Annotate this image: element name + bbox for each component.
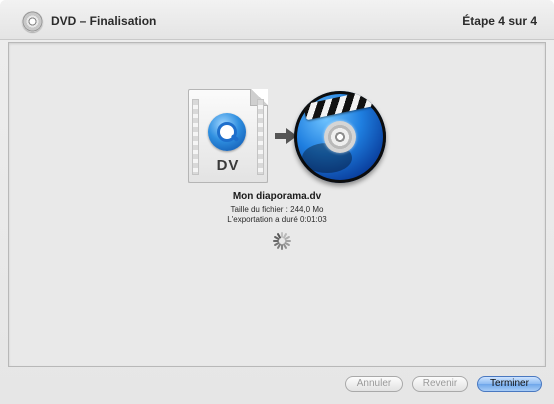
quicktime-logo-icon bbox=[208, 113, 246, 151]
step-indicator: Étape 4 sur 4 bbox=[462, 14, 537, 28]
window-title: DVD – Finalisation bbox=[51, 14, 157, 28]
idvd-app-icon bbox=[294, 91, 386, 183]
disc-icon bbox=[324, 121, 356, 153]
finish-button[interactable]: Terminer bbox=[477, 376, 542, 392]
dvd-disc-icon bbox=[22, 11, 43, 32]
file-name: Mon diaporama.dv bbox=[232, 191, 322, 202]
assistant-window: DVD – Finalisation Étape 4 sur 4 DV Mon … bbox=[0, 0, 554, 404]
title-bar: DVD – Finalisation Étape 4 sur 4 bbox=[0, 0, 554, 40]
spinner-spoke bbox=[281, 244, 283, 250]
file-size: Taille du fichier : 244,0 Mo bbox=[230, 205, 324, 214]
activity-spinner-icon bbox=[272, 231, 292, 251]
document-label: DV bbox=[216, 157, 240, 174]
export-duration: L'exportation a duré 0:01:03 bbox=[227, 215, 327, 224]
back-button[interactable]: Revenir bbox=[412, 376, 468, 392]
dv-movie-file-icon: DV bbox=[188, 89, 268, 183]
cancel-button[interactable]: Annuler bbox=[345, 376, 403, 392]
quicktime-tail bbox=[230, 133, 240, 143]
